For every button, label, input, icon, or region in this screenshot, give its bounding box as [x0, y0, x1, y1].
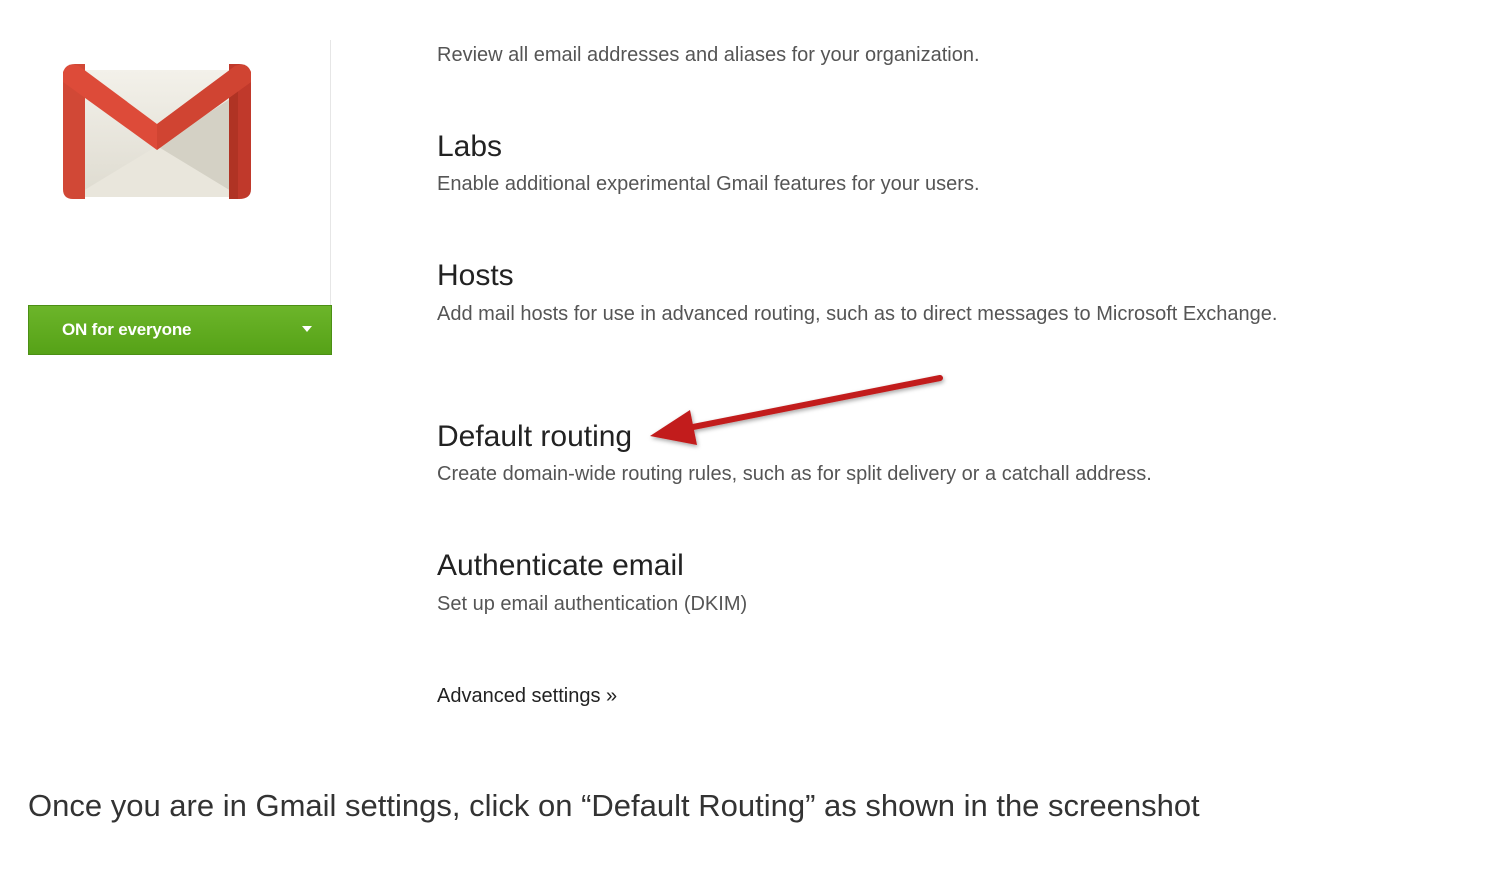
setting-description-hosts: Add mail hosts for use in advanced routi… [437, 303, 1278, 325]
setting-description-authenticate-email: Set up email authentication (DKIM) [437, 593, 748, 615]
setting-description-addresses: Review all email addresses and aliases f… [437, 44, 980, 66]
status-label: ON for everyone [62, 320, 192, 339]
setting-title-authenticate-email[interactable]: Authenticate email [437, 548, 684, 584]
setting-description-default-routing: Create domain-wide routing rules, such a… [437, 463, 1152, 485]
caret-down-icon [302, 326, 312, 332]
setting-description-labs: Enable additional experimental Gmail fea… [437, 173, 980, 195]
setting-title-hosts[interactable]: Hosts [437, 258, 514, 294]
setting-title-labs[interactable]: Labs [437, 129, 502, 165]
sidebar-divider [330, 40, 331, 306]
gmail-logo [63, 64, 251, 199]
instruction-caption: Once you are in Gmail settings, click on… [28, 788, 1200, 823]
status-dropdown-button[interactable]: ON for everyone [28, 305, 332, 355]
advanced-settings-link[interactable]: Advanced settings » [437, 682, 617, 710]
setting-title-default-routing[interactable]: Default routing [437, 419, 632, 455]
